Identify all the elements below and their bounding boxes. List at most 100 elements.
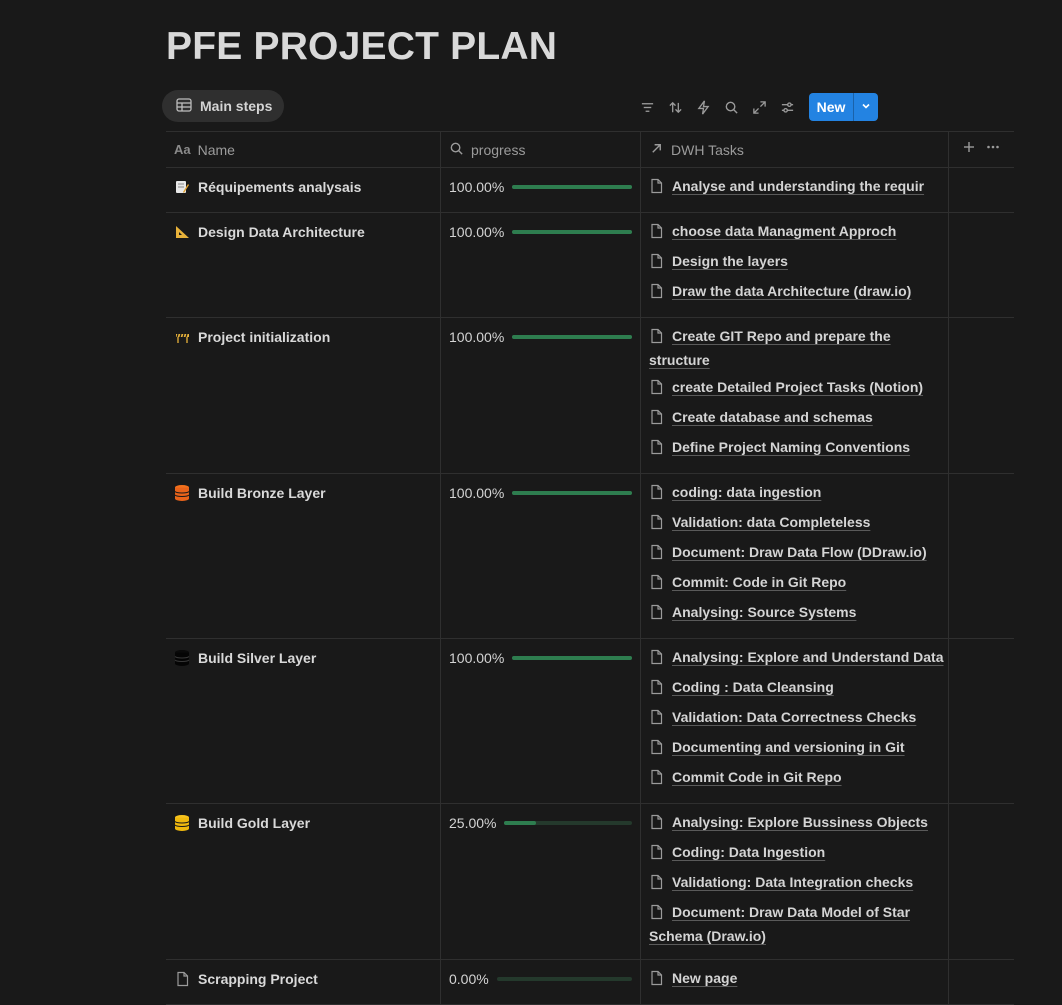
page-icon (649, 874, 664, 896)
page-icon (649, 484, 664, 506)
column-header-tasks[interactable]: DWH Tasks (641, 132, 949, 167)
search-icon[interactable] (717, 93, 745, 121)
task-title[interactable]: Validation: Data Correctness Checks (672, 709, 916, 725)
task-link[interactable]: Analyse and understanding the requir (649, 176, 944, 200)
table-row[interactable]: Réquipements analysais 100.00% Analyse and… (166, 168, 1014, 213)
task-title[interactable]: create Detailed Project Tasks (Notion) (672, 379, 923, 395)
table-row[interactable]: Design Data Architecture 100.00% choose da… (166, 213, 1014, 318)
name-cell[interactable]: Design Data Architecture (166, 213, 441, 317)
tasks-cell: Analysing: Explore Bussiness Objects Codi… (641, 804, 949, 959)
name-cell[interactable]: Réquipements analysais (166, 168, 441, 212)
more-options-icon[interactable] (986, 140, 1000, 159)
name-cell[interactable]: Build Bronze Layer (166, 474, 441, 638)
task-title[interactable]: Coding : Data Cleansing (672, 679, 834, 695)
row-name[interactable]: Project initialization (198, 328, 330, 346)
task-title[interactable]: Coding: Data Ingestion (672, 844, 825, 860)
task-link[interactable]: Create database and schemas (649, 407, 944, 431)
task-link[interactable]: choose data Managment Approch (649, 221, 944, 245)
task-link[interactable]: Validation: data Completeless (649, 512, 944, 536)
page-icon (174, 971, 190, 987)
task-title[interactable]: Document: Draw Data Model of Star Schema… (649, 904, 910, 944)
task-link[interactable]: Draw the data Architecture (draw.io) (649, 281, 944, 305)
page-icon (649, 604, 664, 626)
row-name[interactable]: Design Data Architecture (198, 223, 365, 241)
column-header-tasks-label: DWH Tasks (671, 141, 744, 158)
add-property-icon[interactable] (962, 140, 976, 159)
row-name[interactable]: Build Silver Layer (198, 649, 316, 667)
progress-cell: 100.00% (441, 639, 641, 803)
task-title[interactable]: Create database and schemas (672, 409, 873, 425)
task-link[interactable]: Create GIT Repo and prepare the structur… (649, 326, 944, 371)
new-button[interactable]: New (809, 93, 853, 121)
task-link[interactable]: Analysing: Explore and Understand Data (649, 647, 944, 671)
expand-icon[interactable] (745, 93, 773, 121)
table-row[interactable]: Build Silver Layer 100.00% Analysing: Expl… (166, 639, 1014, 804)
column-header-name-label: Name (197, 141, 235, 158)
task-title[interactable]: Analyse and understanding the requir (672, 178, 924, 194)
task-title[interactable]: Define Project Naming Conventions (672, 439, 910, 455)
task-title[interactable]: Analysing: Source Systems (672, 604, 856, 620)
task-title[interactable]: Commit Code in Git Repo (672, 769, 842, 785)
row-name[interactable]: Réquipements analysais (198, 178, 361, 196)
sort-icon[interactable] (661, 93, 689, 121)
new-button-group: New (809, 93, 878, 121)
chevron-down-icon (861, 98, 871, 116)
task-link[interactable]: Validation: Data Correctness Checks (649, 707, 944, 731)
task-title[interactable]: Analysing: Explore and Understand Data (672, 649, 944, 665)
task-link[interactable]: Document: Draw Data Model of Star Schema… (649, 902, 944, 947)
task-title[interactable]: coding: data ingestion (672, 484, 821, 500)
task-link[interactable]: Analysing: Source Systems (649, 602, 944, 626)
task-title[interactable]: choose data Managment Approch (672, 223, 896, 239)
page-icon (649, 514, 664, 536)
view-tab-label: Main steps (200, 98, 273, 114)
task-link[interactable]: coding: data ingestion (649, 482, 944, 506)
task-link[interactable]: Commit: Code in Git Repo (649, 572, 944, 596)
progress-value: 100.00% (449, 224, 505, 240)
view-tab-main-steps[interactable]: Main steps (162, 90, 285, 122)
task-title[interactable]: Create GIT Repo and prepare the structur… (649, 328, 891, 368)
automation-icon[interactable] (689, 93, 717, 121)
task-link[interactable]: Document: Draw Data Flow (DDraw.io) (649, 542, 944, 566)
settings-icon[interactable] (773, 93, 801, 121)
task-link[interactable]: Coding: Data Ingestion (649, 842, 944, 866)
table-row[interactable]: Project initialization 100.00% Create GIT … (166, 318, 1014, 474)
new-dropdown-button[interactable] (853, 93, 878, 121)
task-title[interactable]: Design the layers (672, 253, 788, 269)
table-row[interactable]: Build Gold Layer 25.00% Analysing: Explore… (166, 804, 1014, 960)
table-row[interactable]: Scrapping Project 0.00% New page (166, 960, 1014, 1005)
construction-icon (174, 329, 190, 345)
task-title[interactable]: Validationg: Data Integration checks (672, 874, 913, 890)
row-name[interactable]: Build Gold Layer (198, 814, 310, 832)
task-link[interactable]: Design the layers (649, 251, 944, 275)
task-link[interactable]: New page (649, 968, 944, 992)
name-cell[interactable]: Project initialization (166, 318, 441, 473)
task-title[interactable]: Analysing: Explore Bussiness Objects (672, 814, 928, 830)
progress-bar-fill (512, 185, 633, 189)
name-cell[interactable]: Build Silver Layer (166, 639, 441, 803)
task-title[interactable]: Documenting and versioning in Git (672, 739, 905, 755)
task-link[interactable]: Commit Code in Git Repo (649, 767, 944, 791)
task-link[interactable]: Validationg: Data Integration checks (649, 872, 944, 896)
task-link[interactable]: Documenting and versioning in Git (649, 737, 944, 761)
page-icon (649, 544, 664, 566)
name-cell[interactable]: Build Gold Layer (166, 804, 441, 959)
row-name[interactable]: Build Bronze Layer (198, 484, 326, 502)
page-icon (649, 970, 664, 992)
task-title[interactable]: New page (672, 970, 737, 986)
task-link[interactable]: Define Project Naming Conventions (649, 437, 944, 461)
row-name[interactable]: Scrapping Project (198, 970, 318, 988)
empty-cell (949, 213, 1014, 317)
column-header-name[interactable]: Aa Name (166, 132, 441, 167)
task-link[interactable]: Analysing: Explore Bussiness Objects (649, 812, 944, 836)
task-link[interactable]: Coding : Data Cleansing (649, 677, 944, 701)
task-title[interactable]: Validation: data Completeless (672, 514, 870, 530)
filter-icon[interactable] (633, 93, 661, 121)
table-row[interactable]: Build Bronze Layer 100.00% coding: data in… (166, 474, 1014, 639)
column-header-progress[interactable]: progress (441, 132, 641, 167)
task-link[interactable]: create Detailed Project Tasks (Notion) (649, 377, 944, 401)
page-icon (649, 679, 664, 701)
name-cell[interactable]: Scrapping Project (166, 960, 441, 1004)
task-title[interactable]: Document: Draw Data Flow (DDraw.io) (672, 544, 927, 560)
task-title[interactable]: Draw the data Architecture (draw.io) (672, 283, 911, 299)
task-title[interactable]: Commit: Code in Git Repo (672, 574, 846, 590)
